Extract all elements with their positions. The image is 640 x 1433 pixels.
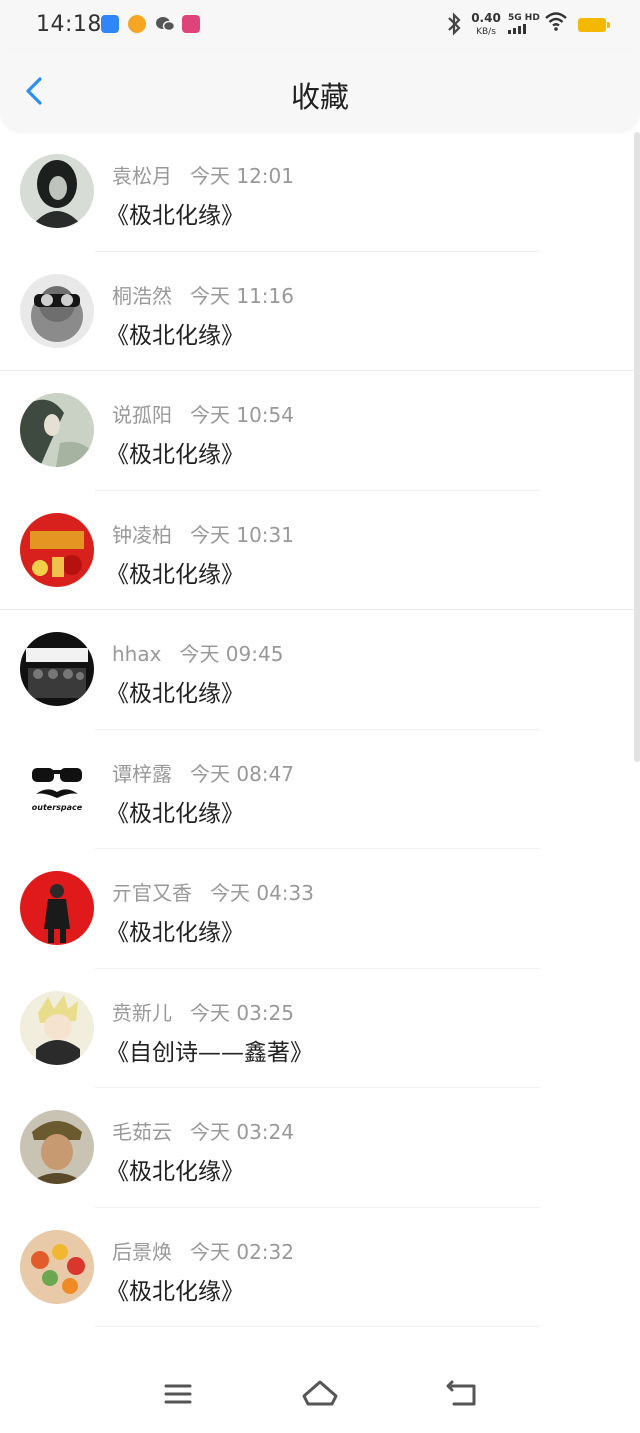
status-bar: 14:18 0.40 KB/s 5G HD bbox=[0, 0, 640, 50]
favorite-item[interactable]: outerspace 谭梓露 今天 08:47 《极北化缘》 bbox=[0, 730, 640, 849]
work-title: 《极北化缘》 bbox=[106, 1278, 244, 1305]
avatar[interactable] bbox=[20, 1229, 94, 1304]
user-name: 桐浩然 bbox=[112, 283, 172, 308]
timestamp: 今天 04:33 bbox=[210, 881, 314, 905]
avatar[interactable] bbox=[20, 393, 94, 467]
work-title: 《极北化缘》 bbox=[106, 442, 244, 468]
menu-button[interactable] bbox=[158, 1374, 198, 1414]
work-title: 《极北化缘》 bbox=[106, 561, 244, 588]
work-title: 《自创诗——鑫著》 bbox=[106, 1039, 313, 1066]
notification-icon bbox=[182, 15, 200, 33]
home-button[interactable] bbox=[300, 1374, 340, 1414]
work-title: 《极北化缘》 bbox=[106, 203, 244, 229]
wechat-icon bbox=[155, 15, 176, 33]
signal-label: 5G HD bbox=[508, 13, 540, 23]
favorite-item[interactable]: 亓官又香 今天 04:33 《极北化缘》 bbox=[0, 849, 640, 969]
avatar[interactable] bbox=[20, 871, 94, 945]
network-speed: 0.40 KB/s bbox=[471, 11, 501, 37]
avatar[interactable] bbox=[20, 632, 94, 706]
avatar[interactable] bbox=[20, 1110, 94, 1184]
favorite-item[interactable]: 钟凌柏 今天 10:31 《极北化缘》 bbox=[0, 491, 640, 610]
timestamp: 今天 10:31 bbox=[190, 522, 294, 547]
avatar[interactable] bbox=[20, 154, 94, 228]
work-title: 《极北化缘》 bbox=[106, 322, 244, 349]
favorites-list: 袁松月 今天 12:01 《极北化缘》 桐浩然 今天 11:16 《极北化缘》 说孤… bbox=[0, 132, 640, 1352]
timestamp: 今天 03:25 bbox=[190, 1000, 294, 1025]
timestamp: 今天 02:32 bbox=[190, 1239, 294, 1264]
status-indicators: 0.40 KB/s 5G HD bbox=[444, 10, 614, 40]
back-nav-button[interactable] bbox=[442, 1374, 482, 1414]
avatar[interactable] bbox=[20, 990, 94, 1065]
weibo-icon bbox=[128, 15, 146, 33]
avatar[interactable] bbox=[20, 512, 94, 587]
favorite-item[interactable]: 袁松月 今天 12:01 《极北化缘》 bbox=[0, 132, 640, 252]
timestamp: 今天 10:54 bbox=[190, 403, 294, 427]
work-title: 《极北化缘》 bbox=[106, 800, 244, 827]
user-name: 后景焕 bbox=[112, 1239, 172, 1264]
user-name: 袁松月 bbox=[112, 164, 172, 188]
work-title: 《极北化缘》 bbox=[106, 920, 244, 946]
battery-icon bbox=[578, 18, 610, 32]
user-name: 亓官又香 bbox=[112, 881, 192, 905]
user-name: 贲新儿 bbox=[112, 1000, 172, 1025]
page-title: 收藏 bbox=[290, 80, 349, 114]
timestamp: 今天 08:47 bbox=[190, 761, 294, 786]
timestamp: 今天 12:01 bbox=[190, 164, 294, 188]
timestamp: 今天 11:16 bbox=[190, 283, 294, 308]
app-notification-icon bbox=[101, 15, 119, 33]
status-time: 14:18 bbox=[36, 12, 102, 37]
divider bbox=[95, 1326, 540, 1327]
wifi-icon bbox=[544, 10, 568, 36]
avatar-caption: outerspace bbox=[31, 802, 83, 812]
user-name: 谭梓露 bbox=[112, 761, 172, 786]
header-bar: 收藏 bbox=[0, 50, 640, 132]
user-name: 毛茹云 bbox=[112, 1120, 172, 1144]
avatar[interactable]: outerspace bbox=[20, 751, 94, 826]
favorite-item[interactable]: 后景焕 今天 02:32 《极北化缘》 bbox=[0, 1208, 640, 1327]
favorite-item[interactable]: 毛茹云 今天 03:24 《极北化缘》 bbox=[0, 1088, 640, 1208]
back-icon bbox=[446, 1380, 476, 1406]
scrollbar[interactable] bbox=[634, 132, 640, 762]
system-nav-bar bbox=[0, 1352, 640, 1433]
menu-icon bbox=[164, 1384, 192, 1404]
favorite-item[interactable]: 贲新儿 今天 03:25 《自创诗——鑫著》 bbox=[0, 969, 640, 1088]
user-name: hhax bbox=[112, 642, 162, 666]
favorite-item[interactable]: 说孤阳 今天 10:54 《极北化缘》 bbox=[0, 371, 640, 491]
avatar[interactable] bbox=[20, 273, 94, 348]
favorite-item[interactable]: 桐浩然 今天 11:16 《极北化缘》 bbox=[0, 252, 640, 371]
timestamp: 今天 03:24 bbox=[190, 1120, 294, 1144]
work-title: 《极北化缘》 bbox=[106, 1159, 244, 1185]
home-icon bbox=[302, 1380, 338, 1406]
user-name: 说孤阳 bbox=[112, 403, 172, 427]
timestamp: 今天 09:45 bbox=[179, 642, 284, 666]
user-name: 钟凌柏 bbox=[112, 522, 172, 547]
work-title: 《极北化缘》 bbox=[106, 681, 244, 707]
bluetooth-icon bbox=[444, 12, 464, 41]
favorite-item[interactable]: hhax 今天 09:45 《极北化缘》 bbox=[0, 610, 640, 730]
